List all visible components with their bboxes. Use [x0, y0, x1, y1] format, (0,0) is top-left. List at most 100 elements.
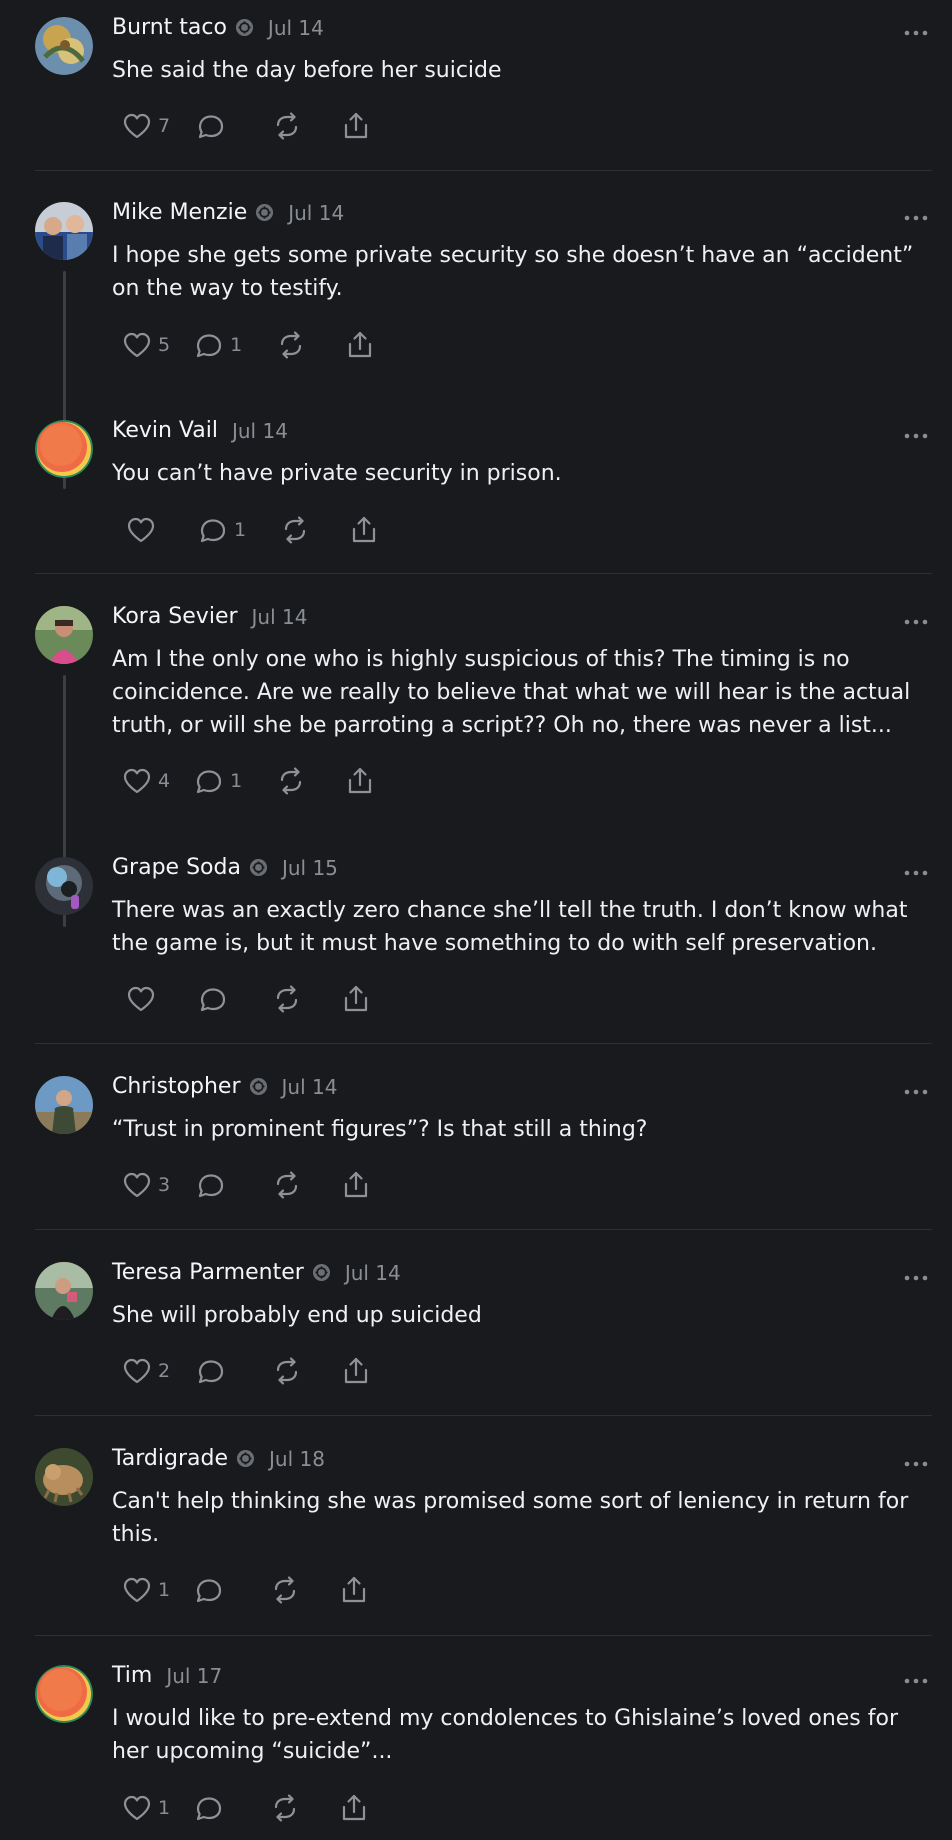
repost-arrows-icon [272, 111, 302, 141]
verified-badge-icon [312, 1263, 331, 1282]
post-date[interactable]: Jul 14 [252, 605, 308, 629]
more-dots-icon[interactable] [904, 433, 928, 439]
like-count: 4 [158, 770, 171, 792]
share-upload-icon [342, 1170, 370, 1200]
repost-button[interactable] [270, 1570, 300, 1610]
reply-button[interactable] [196, 1165, 232, 1205]
like-count: 3 [158, 1174, 171, 1196]
repost-button[interactable] [272, 1165, 302, 1205]
share-upload-icon [346, 330, 374, 360]
author-name[interactable]: Mike Menzie [112, 200, 247, 225]
reply-button[interactable] [198, 979, 234, 1019]
more-dots-icon[interactable] [904, 1461, 928, 1467]
like-button[interactable]: 4 [122, 761, 170, 801]
reply-button[interactable] [194, 1788, 230, 1828]
repost-button[interactable] [270, 1788, 300, 1828]
share-button[interactable] [342, 979, 370, 1019]
post-date[interactable]: Jul 14 [345, 1261, 401, 1285]
more-dots-icon[interactable] [904, 619, 928, 625]
post-date[interactable]: Jul 14 [268, 16, 324, 40]
post-date[interactable]: Jul 15 [282, 856, 338, 880]
repost-button[interactable] [276, 325, 306, 365]
like-button[interactable]: 2 [122, 1351, 170, 1391]
heart-icon [122, 767, 152, 795]
verified-badge-icon [249, 858, 268, 877]
comment-bubble-icon [194, 1794, 224, 1822]
more-dots-icon[interactable] [904, 1678, 928, 1684]
post-body: I would like to pre-extend my condolence… [112, 1706, 899, 1764]
post-date[interactable]: Jul 18 [269, 1447, 325, 1471]
action-bar: 4 1 [112, 761, 374, 801]
post-divider [35, 1415, 932, 1416]
share-button[interactable] [342, 1165, 370, 1205]
avatar[interactable] [35, 1448, 93, 1506]
reply-button[interactable]: 1 [194, 325, 242, 365]
more-dots-icon[interactable] [904, 1089, 928, 1095]
like-button[interactable] [126, 510, 162, 550]
like-count: 1 [158, 1579, 171, 1601]
more-dots-icon[interactable] [904, 215, 928, 221]
action-bar: 1 [112, 510, 378, 550]
author-name[interactable]: Christopher [112, 1074, 241, 1099]
share-button[interactable] [342, 106, 370, 146]
author-name[interactable]: Kora Sevier [112, 604, 238, 629]
author-name[interactable]: Tardigrade [112, 1446, 228, 1471]
avatar[interactable] [35, 1665, 93, 1723]
reply-button[interactable] [194, 1570, 230, 1610]
avatar[interactable] [35, 17, 93, 75]
avatar[interactable] [35, 606, 93, 664]
like-button[interactable]: 3 [122, 1165, 170, 1205]
post-date[interactable]: Jul 14 [282, 1075, 338, 1099]
reply-feed: Burnt taco Jul 14 She said the day befor… [0, 0, 952, 1840]
post-divider [35, 573, 932, 574]
repost-button[interactable] [272, 1351, 302, 1391]
reply-button[interactable] [196, 1351, 232, 1391]
more-dots-icon[interactable] [904, 30, 928, 36]
share-button[interactable] [340, 1570, 368, 1610]
comment-bubble-icon [196, 112, 226, 140]
like-button[interactable]: 5 [122, 325, 170, 365]
repost-button[interactable] [272, 106, 302, 146]
avatar[interactable] [35, 1262, 93, 1320]
more-dots-icon[interactable] [904, 1275, 928, 1281]
repost-button[interactable] [280, 510, 310, 550]
share-button[interactable] [350, 510, 378, 550]
verified-badge-icon [255, 203, 274, 222]
avatar[interactable] [35, 1076, 93, 1134]
action-bar: 5 1 [112, 325, 374, 365]
avatar[interactable] [35, 420, 93, 478]
share-button[interactable] [340, 1788, 368, 1828]
author-name[interactable]: Burnt taco [112, 15, 227, 40]
more-dots-icon[interactable] [904, 870, 928, 876]
reply-button[interactable]: 1 [198, 510, 246, 550]
author-name[interactable]: Tim [112, 1663, 152, 1688]
share-upload-icon [340, 1793, 368, 1823]
author-name[interactable]: Grape Soda [112, 855, 241, 880]
post-date[interactable]: Jul 14 [232, 419, 288, 443]
repost-button[interactable] [272, 979, 302, 1019]
avatar[interactable] [35, 857, 93, 915]
share-button[interactable] [346, 761, 374, 801]
post-body: She said the day before her suicide [112, 58, 502, 83]
comment-bubble-icon [198, 516, 228, 544]
like-button[interactable]: 7 [122, 106, 170, 146]
reply-button[interactable] [196, 106, 232, 146]
repost-button[interactable] [276, 761, 306, 801]
verified-badge-icon [235, 18, 254, 37]
heart-icon [122, 331, 152, 359]
post-date[interactable]: Jul 17 [166, 1664, 222, 1688]
post-date[interactable]: Jul 14 [288, 201, 344, 225]
share-button[interactable] [342, 1351, 370, 1391]
share-button[interactable] [346, 325, 374, 365]
author-name[interactable]: Kevin Vail [112, 418, 218, 443]
share-upload-icon [340, 1575, 368, 1605]
comment-bubble-icon [194, 767, 224, 795]
reply-count: 1 [230, 770, 243, 792]
reply-post: Tim Jul 17 I would like to pre-extend my… [0, 1651, 952, 1840]
like-button[interactable]: 1 [122, 1570, 170, 1610]
avatar[interactable] [35, 202, 93, 260]
like-button[interactable]: 1 [122, 1788, 170, 1828]
reply-button[interactable]: 1 [194, 761, 242, 801]
author-name[interactable]: Teresa Parmenter [112, 1260, 304, 1285]
like-button[interactable] [126, 979, 162, 1019]
